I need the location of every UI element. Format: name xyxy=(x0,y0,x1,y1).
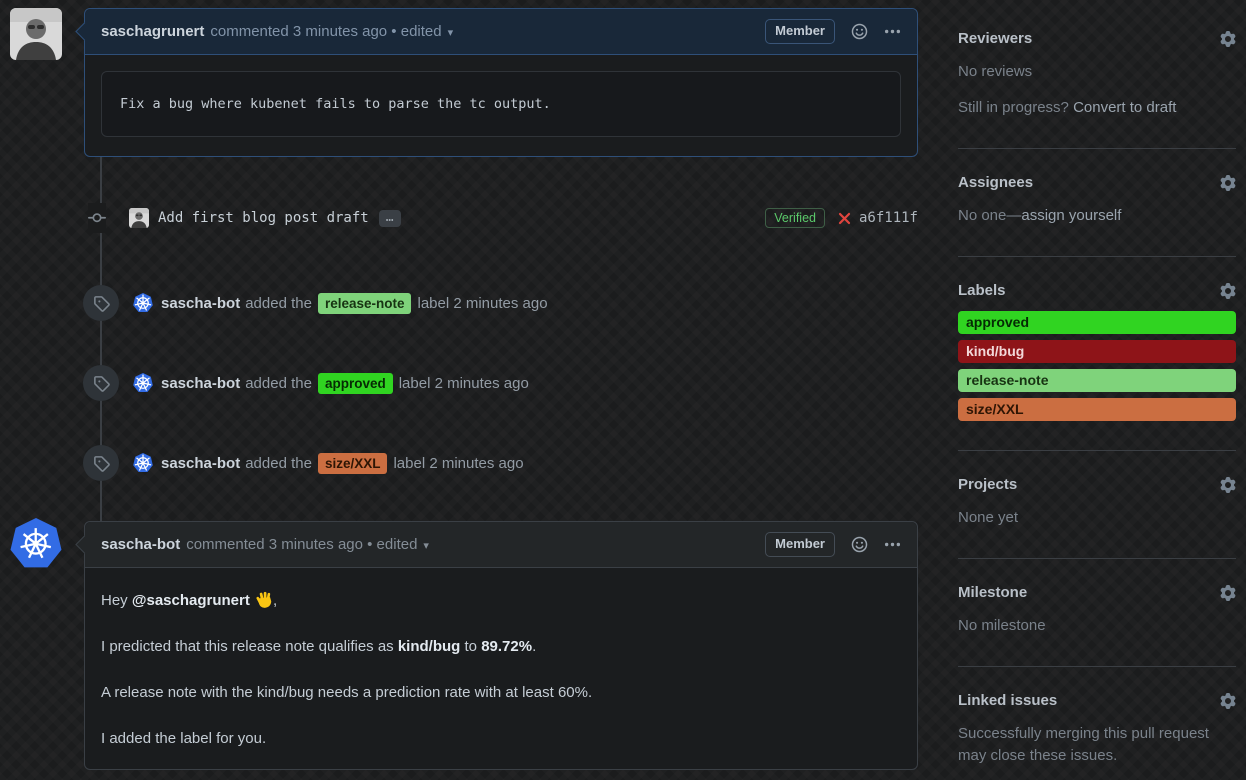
sascha-bot-avatar[interactable] xyxy=(133,293,153,313)
event-action: added the xyxy=(245,455,312,472)
comment-saschagrunert: saschagrunert commented 3 minutes ago • … xyxy=(84,8,918,157)
labels-title: Labels xyxy=(958,282,1006,299)
sidebar-label-size-xxl[interactable]: size/XXL xyxy=(958,398,1236,421)
comment-meta: commented 3 minutes ago • edited xyxy=(186,536,417,553)
comment-pointer xyxy=(75,22,93,40)
sascha-bot-avatar[interactable] xyxy=(133,453,153,473)
gear-icon xyxy=(1220,175,1236,191)
label-badge-release-note[interactable]: release-note xyxy=(318,293,412,314)
sidebar-label-kind-bug[interactable]: kind/bug xyxy=(958,340,1236,363)
commit-event: Add first blog post draft … Verified a6f… xyxy=(84,200,918,236)
wave-icon xyxy=(254,590,273,609)
gear-icon xyxy=(1220,477,1236,493)
tag-icon xyxy=(83,285,119,321)
linked-issues-description: Successfully merging this pull request m… xyxy=(958,723,1236,767)
commit-sha-link[interactable]: a6f111f xyxy=(859,210,918,226)
add-reaction-button[interactable] xyxy=(851,23,868,40)
comment-body: Hey @saschagrunert , I predicted that th… xyxy=(85,568,917,772)
failed-check-x-icon[interactable] xyxy=(837,211,852,226)
avatar-sascha-bot[interactable] xyxy=(10,518,62,570)
label-badge-size-xxl[interactable]: size/XXL xyxy=(318,453,388,474)
mention-saschagrunert[interactable]: @saschagrunert xyxy=(132,592,250,609)
sidebar-label-approved[interactable]: approved xyxy=(958,311,1236,334)
smiley-icon xyxy=(851,536,868,553)
assignees-settings-button[interactable] xyxy=(1220,175,1236,191)
projects-empty-text: None yet xyxy=(958,507,1236,529)
comment-options-button[interactable] xyxy=(884,536,901,553)
label-event-size-xxl: sascha-bot added the size/XXL label 2 mi… xyxy=(83,445,524,481)
tag-icon xyxy=(83,445,119,481)
labels-settings-button[interactable] xyxy=(1220,283,1236,299)
sidebar-section-projects: Projects None yet xyxy=(958,451,1236,559)
convert-to-draft-row: Still in progress? Convert to draft xyxy=(958,97,1236,119)
event-author-link[interactable]: sascha-bot xyxy=(161,375,240,392)
kebab-icon xyxy=(884,536,901,553)
kebab-icon xyxy=(884,23,901,40)
reviewers-empty-text: No reviews xyxy=(958,61,1236,83)
commit-author-avatar[interactable] xyxy=(129,208,149,228)
gear-icon xyxy=(1220,585,1236,601)
projects-title: Projects xyxy=(958,476,1017,493)
comment-header: sascha-bot commented 3 minutes ago • edi… xyxy=(85,522,917,568)
comment-body: Fix a bug where kubenet fails to parse t… xyxy=(85,55,917,153)
sidebar-section-labels: Labels approved kind/bug release-note si… xyxy=(958,257,1236,451)
assign-yourself-link[interactable]: assign yourself xyxy=(1021,207,1121,224)
edited-dropdown-caret-icon[interactable]: ▾ xyxy=(423,537,429,552)
assignees-empty-row: No one—assign yourself xyxy=(958,205,1236,227)
comment-sascha-bot: sascha-bot commented 3 minutes ago • edi… xyxy=(84,521,918,770)
sidebar-section-assignees: Assignees No one—assign yourself xyxy=(958,149,1236,257)
smiley-icon xyxy=(851,23,868,40)
member-badge: Member xyxy=(765,532,835,557)
comment-meta: commented 3 minutes ago • edited xyxy=(210,23,441,40)
gear-icon xyxy=(1220,31,1236,47)
label-event-approved: sascha-bot added the approved label 2 mi… xyxy=(83,365,529,401)
linked-issues-settings-button[interactable] xyxy=(1220,693,1236,709)
sidebar-label-release-note[interactable]: release-note xyxy=(958,369,1236,392)
label-event-release-note: sascha-bot added the release-note label … xyxy=(83,285,548,321)
gear-icon xyxy=(1220,693,1236,709)
milestone-settings-button[interactable] xyxy=(1220,585,1236,601)
release-note-code-block: Fix a bug where kubenet fails to parse t… xyxy=(101,71,901,137)
label-badge-approved[interactable]: approved xyxy=(318,373,393,394)
commit-icon xyxy=(88,203,106,233)
sidebar-section-milestone: Milestone No milestone xyxy=(958,559,1236,667)
reviewers-settings-button[interactable] xyxy=(1220,31,1236,47)
projects-settings-button[interactable] xyxy=(1220,477,1236,493)
event-author-link[interactable]: sascha-bot xyxy=(161,295,240,312)
assignees-title: Assignees xyxy=(958,174,1033,191)
comment-header: saschagrunert commented 3 minutes ago • … xyxy=(85,9,917,55)
milestone-title: Milestone xyxy=(958,584,1027,601)
comment-options-button[interactable] xyxy=(884,23,901,40)
sascha-bot-avatar[interactable] xyxy=(133,373,153,393)
comment-pointer xyxy=(75,535,93,553)
comment-paragraph: Hey @saschagrunert , xyxy=(101,589,901,613)
verified-badge[interactable]: Verified xyxy=(765,208,825,228)
member-badge: Member xyxy=(765,19,835,44)
tag-icon xyxy=(83,365,119,401)
event-timestamp: label 2 minutes ago xyxy=(393,455,523,472)
edited-dropdown-caret-icon[interactable]: ▾ xyxy=(448,24,454,39)
event-timestamp: label 2 minutes ago xyxy=(417,295,547,312)
event-author-link[interactable]: sascha-bot xyxy=(161,455,240,472)
sidebar-section-linked-issues: Linked issues Successfully merging this … xyxy=(958,667,1236,780)
convert-to-draft-link[interactable]: Convert to draft xyxy=(1073,99,1176,116)
sidebar-section-reviewers: Reviewers No reviews Still in progress? … xyxy=(958,20,1236,149)
event-timestamp: label 2 minutes ago xyxy=(399,375,529,392)
avatar-saschagrunert[interactable] xyxy=(10,8,62,60)
sidebar: Reviewers No reviews Still in progress? … xyxy=(958,20,1236,780)
comment-paragraph: A release note with the kind/bug needs a… xyxy=(101,681,901,705)
comment-author-link[interactable]: sascha-bot xyxy=(101,536,180,553)
commit-expand-button[interactable]: … xyxy=(379,210,401,227)
reviewers-title: Reviewers xyxy=(958,30,1032,47)
comment-paragraph: I predicted that this release note quali… xyxy=(101,635,901,659)
event-action: added the xyxy=(245,295,312,312)
event-action: added the xyxy=(245,375,312,392)
gear-icon xyxy=(1220,283,1236,299)
linked-issues-title: Linked issues xyxy=(958,692,1057,709)
comment-paragraph: I added the label for you. xyxy=(101,727,901,751)
comment-author-link[interactable]: saschagrunert xyxy=(101,23,204,40)
milestone-empty-text: No milestone xyxy=(958,615,1236,637)
commit-message-link[interactable]: Add first blog post draft xyxy=(158,210,369,226)
add-reaction-button[interactable] xyxy=(851,536,868,553)
